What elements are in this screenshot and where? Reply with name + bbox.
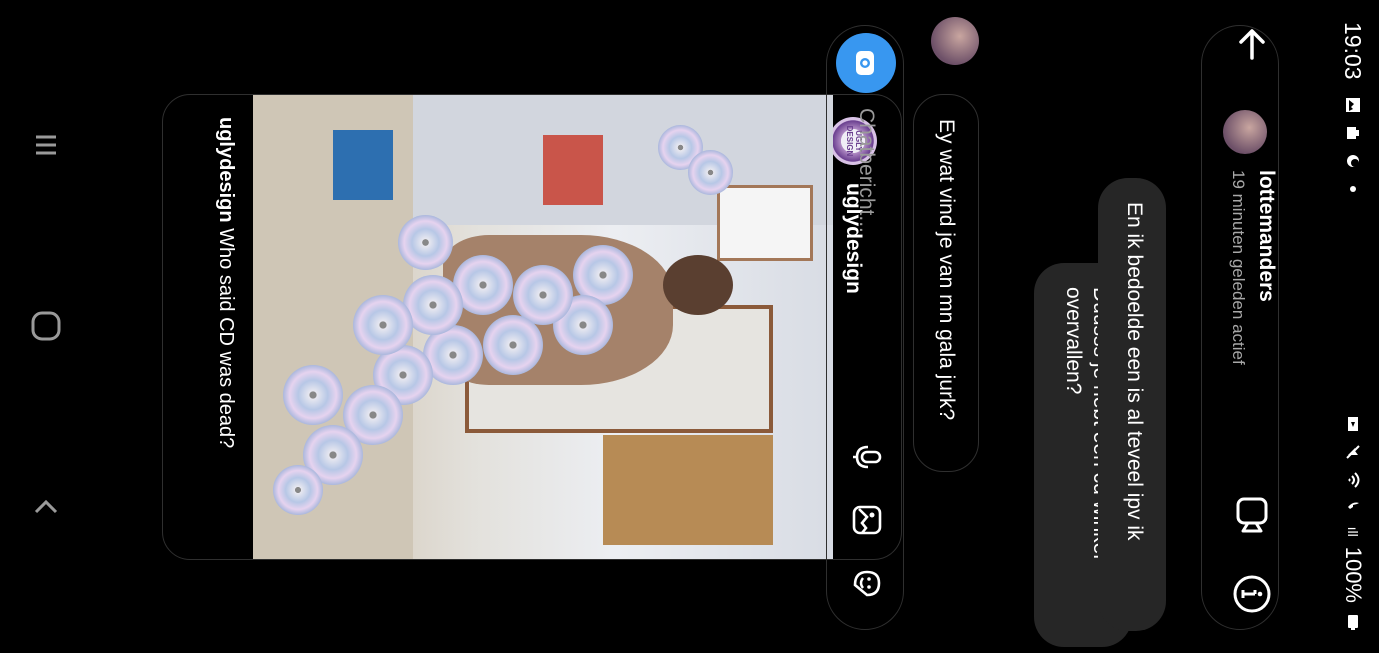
image-cd <box>353 295 413 355</box>
image-frame <box>717 185 813 261</box>
status-right: ıll 100% <box>1340 415 1366 631</box>
gallery-notification-icon <box>1346 97 1360 112</box>
wifi-icon <box>1348 471 1360 488</box>
image-person-head <box>663 255 733 315</box>
image-cardboard-box <box>603 435 773 545</box>
post-caption: uglydesign Who said CD was dead? <box>213 117 239 537</box>
dot-icon <box>1350 185 1356 192</box>
system-navigation-bar <box>0 0 90 653</box>
notification-icons <box>1344 96 1362 198</box>
image-cd <box>483 315 543 375</box>
image-cd <box>283 365 343 425</box>
image-cd <box>398 215 453 270</box>
recents-icon[interactable] <box>28 127 64 163</box>
image-painting-blue <box>333 130 393 200</box>
cast-icon <box>1348 416 1358 431</box>
post-caption-account: uglydesign <box>215 117 237 223</box>
message-composer <box>1201 25 1279 630</box>
app-notification-icon <box>1347 126 1359 139</box>
sender-avatar[interactable] <box>931 17 979 65</box>
battery-percent: 100% <box>1341 546 1366 603</box>
phone-screen: 19:03 ıll 100% lottemanders 19 minuten g… <box>0 0 1379 653</box>
back-nav-icon[interactable] <box>28 490 64 526</box>
outgoing-message-text-2: En ik bedoelde een is al teveel ipv ik <box>1123 202 1146 541</box>
post-image[interactable] <box>253 95 833 559</box>
image-cd <box>273 465 323 515</box>
image-cd <box>688 150 733 195</box>
status-bar: 19:03 ıll 100% <box>1327 0 1379 653</box>
volte-call-icon <box>1348 502 1359 509</box>
image-painting <box>543 135 603 205</box>
outgoing-message[interactable]: En ik bedoelde een is al teveel ipv ik <box>1098 178 1166 631</box>
battery-icon <box>1348 615 1358 630</box>
microphone-icon[interactable] <box>850 440 884 474</box>
incoming-message[interactable]: Ey wat vind je van mn gala jurk? <box>913 94 979 472</box>
status-time: 19:03 <box>1340 22 1367 80</box>
gallery-icon[interactable] <box>850 503 884 537</box>
home-icon[interactable] <box>28 308 64 344</box>
message-input[interactable]: Chatbericht... <box>854 108 878 233</box>
sticker-icon[interactable] <box>850 566 884 600</box>
camera-icon <box>856 51 874 75</box>
mute-icon <box>1346 444 1360 459</box>
camera-button[interactable] <box>836 33 896 93</box>
shared-post[interactable]: UGLY DESIGN uglydesign uglydesign Who sa… <box>162 94 902 560</box>
moon-icon <box>1347 154 1359 167</box>
signal-icon: ıll <box>1345 526 1361 537</box>
incoming-message-text: Ey wat vind je van mn gala jurk? <box>935 119 958 421</box>
post-caption-text: Who said CD was dead? <box>215 228 237 449</box>
